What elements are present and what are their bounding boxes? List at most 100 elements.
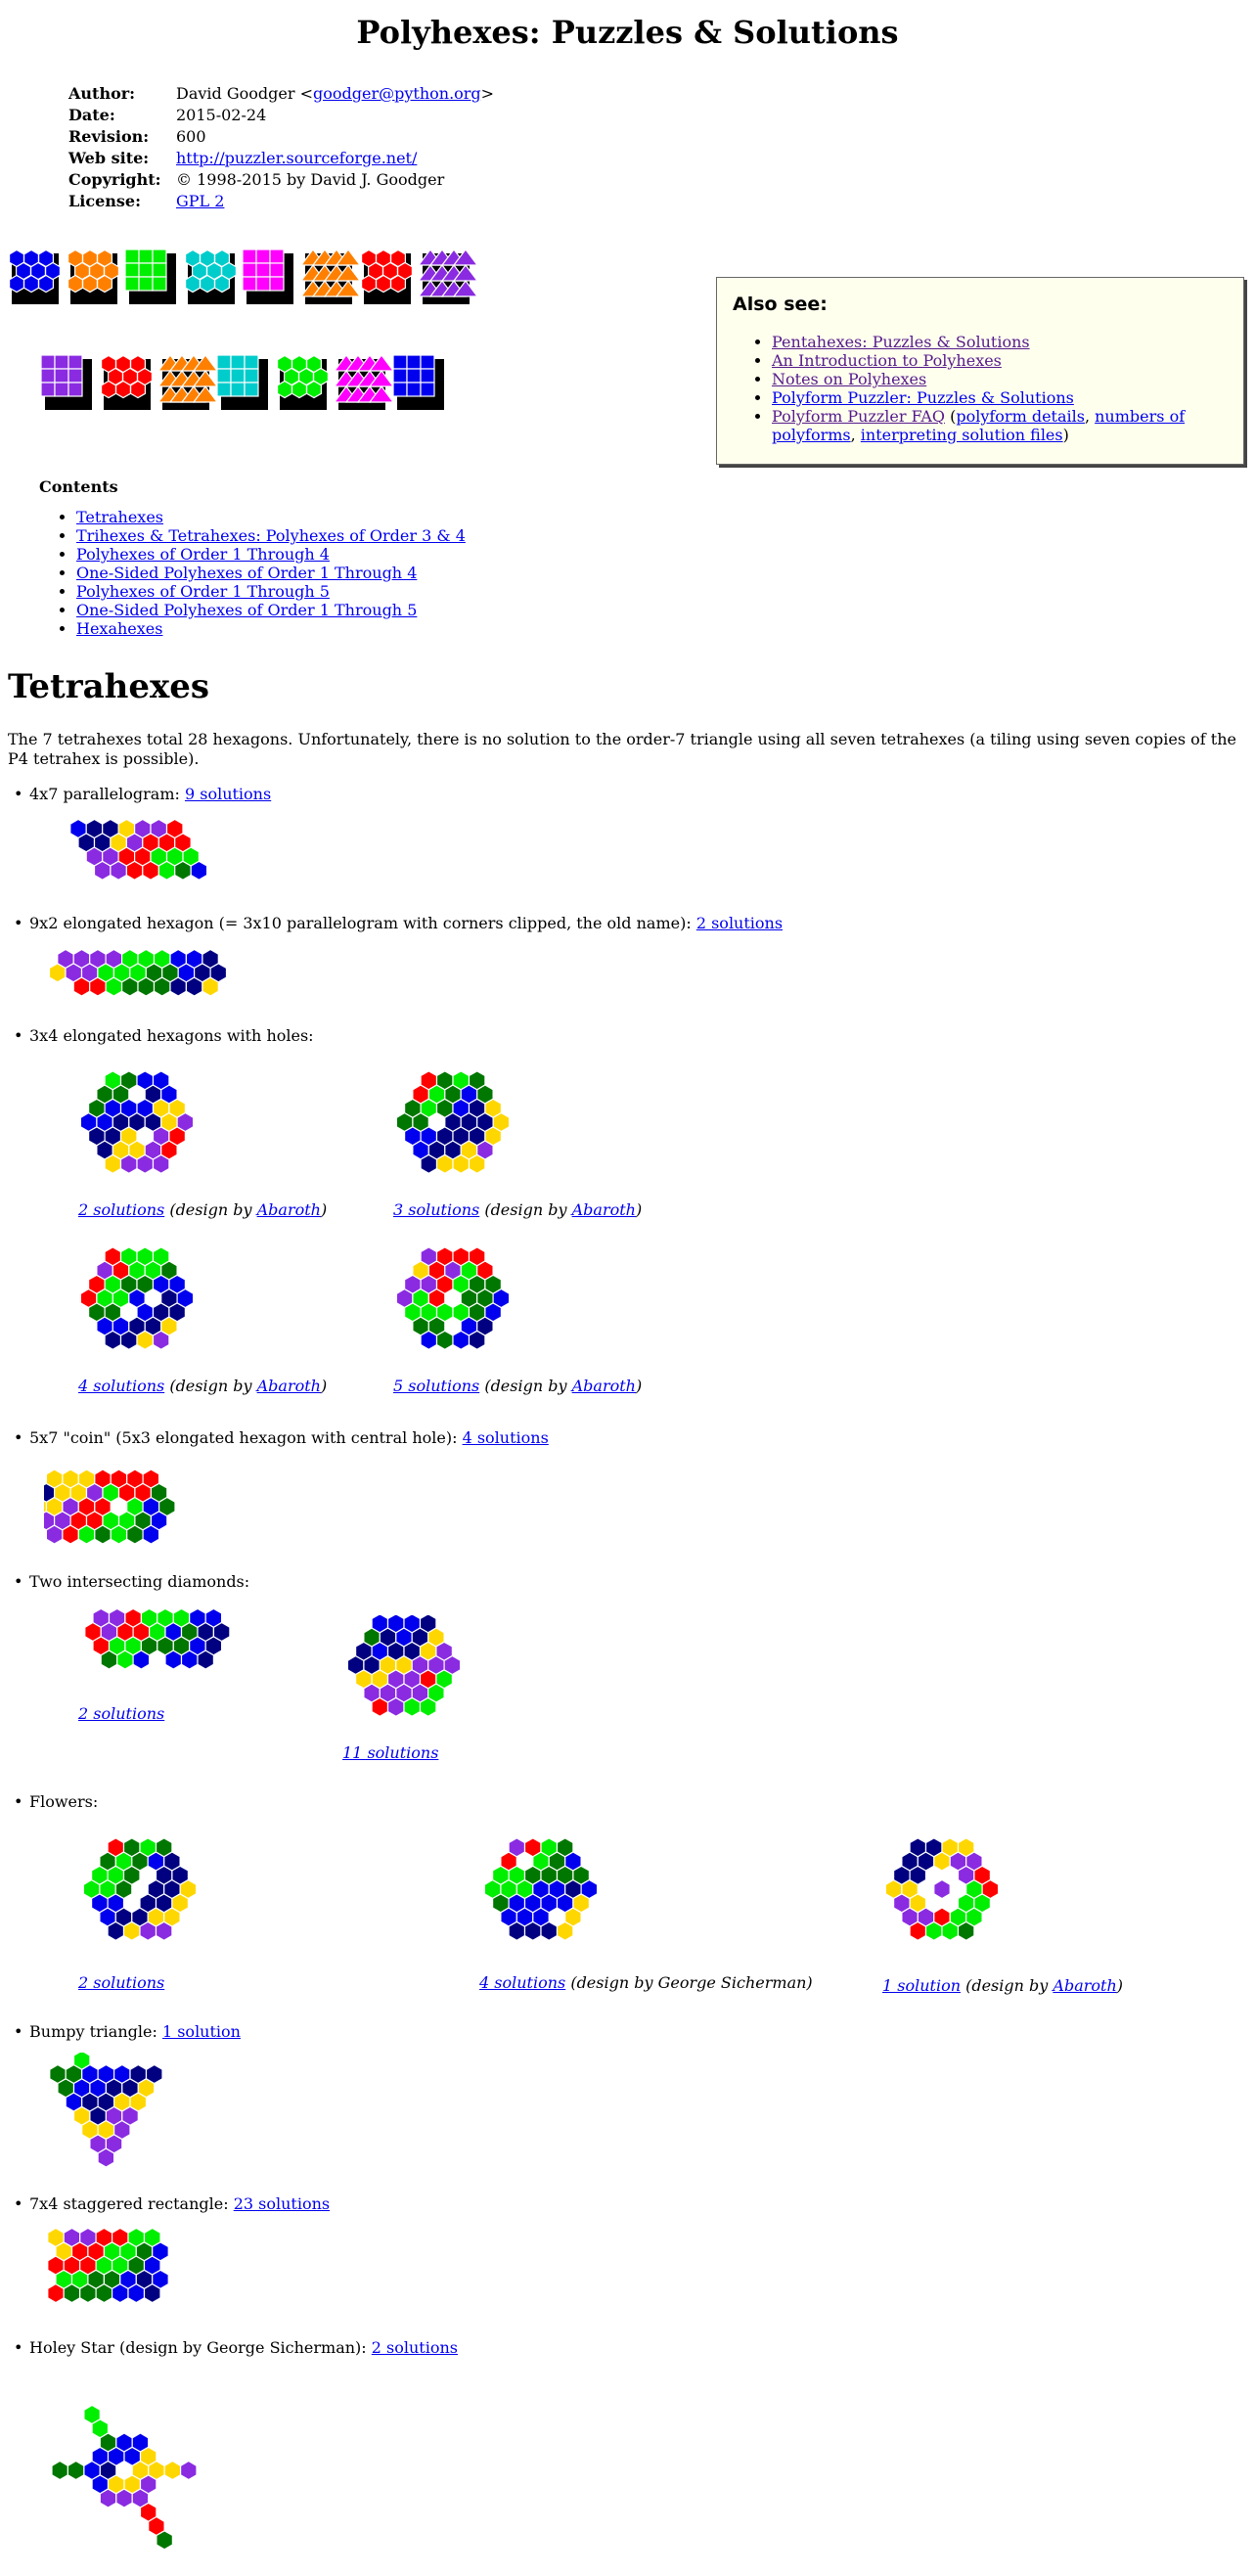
hex-cell <box>152 2241 169 2262</box>
puzzle-image-flowers-2[interactable] <box>474 1825 611 1957</box>
puzzle-image-holes-1[interactable] <box>73 1062 201 1189</box>
logo-tile <box>67 274 84 294</box>
abaroth-link[interactable]: Abaroth <box>572 1377 636 1395</box>
toc-link-hexahexes[interactable]: Hexahexes <box>76 619 162 638</box>
solutions-link[interactable]: 4 solutions <box>78 1377 164 1395</box>
logo-letter <box>124 249 167 292</box>
contents-item: One-Sided Polyhexes of Order 1 Through 4 <box>76 564 466 582</box>
item-text: 3x4 elongated hexagons with holes: <box>29 1026 314 1045</box>
abaroth-link[interactable]: Abaroth <box>572 1200 636 1219</box>
author-email-link[interactable]: goodger@python.org <box>313 84 481 103</box>
logo-tile <box>392 354 408 370</box>
hex-cell <box>148 2460 165 2481</box>
sidebar-item: Polyform Puzzler FAQ (polyform details, … <box>772 407 1228 444</box>
caption-text: (design by <box>164 1200 257 1219</box>
docinfo-label: Author: <box>68 84 136 103</box>
toc-link-order-1-4[interactable]: Polyhexes of Order 1 Through 4 <box>76 545 330 564</box>
sidebar-item: Pentahexes: Puzzles & Solutions <box>772 333 1228 351</box>
solutions-link[interactable]: 2 solutions <box>78 1973 164 1992</box>
puzzle-image-bumpy-triangle[interactable] <box>44 2053 181 2180</box>
logo-tile <box>420 382 435 397</box>
solutions-link[interactable]: 2 solutions <box>78 1200 164 1219</box>
logo-tile <box>420 354 435 370</box>
abaroth-link[interactable]: Abaroth <box>1053 1976 1116 1995</box>
logo-tile <box>138 276 154 292</box>
solutions-link[interactable]: 5 solutions <box>393 1377 479 1395</box>
puzzle-image-holes-3[interactable] <box>73 1238 201 1365</box>
item-text: 4x7 parallelogram: <box>29 785 185 803</box>
puzzle-image-coin[interactable] <box>44 1460 191 1558</box>
puzzle-image-parallelogram[interactable] <box>44 817 230 895</box>
puzzle-image-diamonds-1[interactable] <box>73 1604 279 1688</box>
logo-tile <box>23 274 40 294</box>
toc-link-trihexes-tetrahexes[interactable]: Trihexes & Tetrahexes: Polyhexes of Orde… <box>76 526 466 545</box>
caption-text: ) <box>320 1377 328 1395</box>
logo-tile <box>255 276 271 292</box>
logo-tile <box>40 368 56 384</box>
solutions-link[interactable]: 11 solutions <box>342 1743 438 1762</box>
interpreting-solutions-link[interactable]: interpreting solution files <box>861 426 1063 444</box>
toc-link-one-sided-1-4[interactable]: One-Sided Polyhexes of Order 1 Through 4 <box>76 564 417 582</box>
logo-tile <box>277 380 292 399</box>
puzzle-image-elongated-hexagon[interactable] <box>44 945 254 1009</box>
item-text: Bumpy triangle: <box>29 2022 162 2041</box>
solutions-link[interactable]: 9 solutions <box>185 785 271 803</box>
faq-link[interactable]: Polyform Puzzler FAQ <box>772 407 945 426</box>
logo-tile <box>242 262 257 278</box>
license-link[interactable]: GPL 2 <box>176 192 224 210</box>
logo-tile <box>392 382 408 397</box>
hex-cell <box>492 1111 511 1133</box>
logo-tile <box>255 262 271 278</box>
hex-cell <box>145 2063 163 2085</box>
caption-flowers-2: 4 solutions (design by George Sicherman) <box>479 1973 813 1992</box>
solutions-link[interactable]: 2 solutions <box>696 914 783 932</box>
solutions-link[interactable]: 1 solution <box>882 1976 961 1995</box>
abaroth-link[interactable]: Abaroth <box>257 1200 321 1219</box>
puzzle-image-staggered-rectangle[interactable] <box>44 2226 181 2324</box>
solutions-link[interactable]: 4 solutions <box>479 1973 565 1992</box>
hex-cell <box>209 963 228 983</box>
puzzle-item-hexagons-with-holes: 3x4 elongated hexagons with holes: <box>14 1026 314 1045</box>
puzzle-image-flowers-3[interactable] <box>875 1825 1012 1957</box>
website-link[interactable]: http://puzzler.sourceforge.net/ <box>176 149 417 167</box>
puzzle-image-holes-2[interactable] <box>389 1062 516 1189</box>
caption-text: ) <box>320 1200 328 1219</box>
abaroth-link[interactable]: Abaroth <box>257 1377 321 1395</box>
toc-link-order-1-5[interactable]: Polyhexes of Order 1 Through 5 <box>76 582 330 601</box>
puzzle-image-holey-star[interactable] <box>44 2373 215 2563</box>
logo-letter <box>392 354 435 397</box>
puzzle-image-holes-4[interactable] <box>389 1238 516 1365</box>
intro-polyhexes-link[interactable]: An Introduction to Polyhexes <box>772 351 1002 370</box>
pentahexes-link[interactable]: Pentahexes: Puzzles & Solutions <box>772 333 1030 351</box>
hex-cell <box>212 1621 231 1643</box>
solutions-link[interactable]: 23 solutions <box>234 2194 330 2213</box>
logo-tile <box>100 380 117 399</box>
solutions-link[interactable]: 2 solutions <box>372 2338 458 2357</box>
toc-link-tetrahexes[interactable]: Tetrahexes <box>76 508 163 526</box>
solutions-link[interactable]: 2 solutions <box>78 1704 164 1723</box>
puzzler-solutions-link[interactable]: Polyform Puzzler: Puzzles & Solutions <box>772 388 1074 407</box>
logo-tile <box>406 368 422 384</box>
logo-tile <box>81 274 99 294</box>
solutions-link[interactable]: 3 solutions <box>393 1200 479 1219</box>
puzzle-image-flowers-1[interactable] <box>73 1825 210 1957</box>
logo-tile <box>269 249 285 264</box>
polyform-puzzler-logo <box>9 249 479 410</box>
notes-polyhexes-link[interactable]: Notes on Polyhexes <box>772 370 926 388</box>
logo-letter <box>216 354 259 397</box>
toc-link-one-sided-1-5[interactable]: One-Sided Polyhexes of Order 1 Through 5 <box>76 601 417 619</box>
puzzle-image-diamonds-2[interactable] <box>337 1604 474 1732</box>
polyform-details-link[interactable]: polyform details <box>956 407 1085 426</box>
copyright-value: © 1998-2015 by David J. Goodger <box>176 170 445 189</box>
solutions-link[interactable]: 4 solutions <box>463 1428 549 1447</box>
docinfo-label: License: <box>68 192 141 210</box>
puzzle-item-staggered-rectangle: 7x4 staggered rectangle: 23 solutions <box>14 2194 330 2213</box>
logo-tile <box>244 354 259 370</box>
solutions-link[interactable]: 1 solution <box>162 2022 241 2041</box>
hex-cell <box>981 1878 1000 1900</box>
logo-tile <box>37 274 55 294</box>
also-see-sidebar: Also see: Pentahexes: Puzzles & Solution… <box>716 277 1244 465</box>
logo-letter <box>277 354 329 399</box>
docinfo-table: Author: David Goodger <goodger@python.or… <box>68 84 494 213</box>
contents-item: Polyhexes of Order 1 Through 5 <box>76 582 466 601</box>
